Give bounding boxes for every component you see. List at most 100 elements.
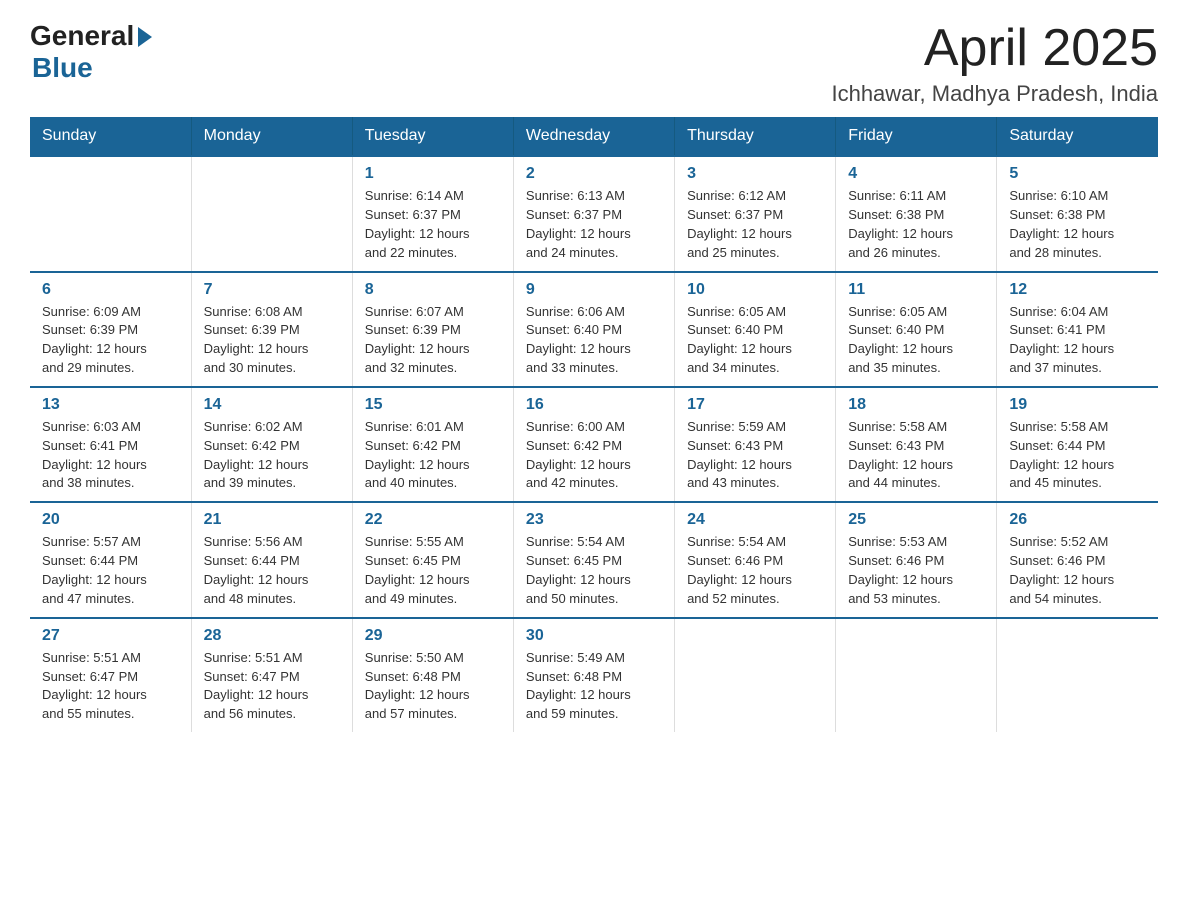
day-info: Sunrise: 6:05 AMSunset: 6:40 PMDaylight:…: [848, 303, 984, 378]
day-info: Sunrise: 5:56 AMSunset: 6:44 PMDaylight:…: [204, 533, 340, 608]
location-subtitle: Ichhawar, Madhya Pradesh, India: [831, 81, 1158, 107]
calendar-cell: 9 Sunrise: 6:06 AMSunset: 6:40 PMDaylight…: [513, 272, 674, 387]
calendar-cell: 27 Sunrise: 5:51 AMSunset: 6:47 PMDayligh…: [30, 618, 191, 732]
day-info: Sunrise: 5:55 AMSunset: 6:45 PMDaylight:…: [365, 533, 501, 608]
day-info: Sunrise: 5:52 AMSunset: 6:46 PMDaylight:…: [1009, 533, 1146, 608]
logo-blue-text: Blue: [32, 52, 93, 84]
day-info: Sunrise: 6:13 AMSunset: 6:37 PMDaylight:…: [526, 187, 662, 262]
calendar-cell: 4Sunrise: 6:11 AMSunset: 6:38 PMDaylight…: [836, 156, 997, 271]
day-number: 14: [204, 396, 340, 414]
day-number: 27: [42, 627, 179, 645]
calendar-header: SundayMondayTuesdayWednesdayThursdayFrid…: [30, 117, 1158, 156]
day-info: Sunrise: 6:00 AMSunset: 6:42 PMDaylight:…: [526, 418, 662, 493]
calendar-cell: 8Sunrise: 6:07 AMSunset: 6:39 PMDaylight…: [352, 272, 513, 387]
day-number: 16: [526, 396, 662, 414]
day-number: 23: [526, 511, 662, 529]
day-info: Sunrise: 6:05 AMSunset: 6:40 PMDaylight:…: [687, 303, 823, 378]
day-info: Sunrise: 5:49 AMSunset: 6:48 PMDaylight:…: [526, 649, 662, 724]
day-number: 9: [526, 281, 662, 299]
calendar-table: SundayMondayTuesdayWednesdayThursdayFrid…: [30, 117, 1158, 732]
calendar-cell: 7Sunrise: 6:08 AMSunset: 6:39 PMDaylight…: [191, 272, 352, 387]
day-info: Sunrise: 5:53 AMSunset: 6:46 PMDaylight:…: [848, 533, 984, 608]
day-info: Sunrise: 5:54 AMSunset: 6:45 PMDaylight:…: [526, 533, 662, 608]
weekday-header-monday: Monday: [191, 117, 352, 156]
day-info: Sunrise: 6:01 AMSunset: 6:42 PMDaylight:…: [365, 418, 501, 493]
calendar-cell: 12 Sunrise: 6:04 AMSunset: 6:41 PMDayligh…: [997, 272, 1158, 387]
day-number: 26: [1009, 511, 1146, 529]
calendar-cell: 14 Sunrise: 6:02 AMSunset: 6:42 PMDayligh…: [191, 387, 352, 502]
calendar-week-row: 20 Sunrise: 5:57 AMSunset: 6:44 PMDayligh…: [30, 502, 1158, 617]
calendar-cell: 29Sunrise: 5:50 AMSunset: 6:48 PMDayligh…: [352, 618, 513, 732]
weekday-header-tuesday: Tuesday: [352, 117, 513, 156]
day-number: 13: [42, 396, 179, 414]
day-info: Sunrise: 5:58 AMSunset: 6:44 PMDaylight:…: [1009, 418, 1146, 493]
calendar-cell: 22 Sunrise: 5:55 AMSunset: 6:45 PMDayligh…: [352, 502, 513, 617]
weekday-header-friday: Friday: [836, 117, 997, 156]
day-info: Sunrise: 5:58 AMSunset: 6:43 PMDaylight:…: [848, 418, 984, 493]
calendar-cell: [836, 618, 997, 732]
calendar-cell: [675, 618, 836, 732]
day-info: Sunrise: 6:14 AMSunset: 6:37 PMDaylight:…: [365, 187, 501, 262]
day-info: Sunrise: 6:02 AMSunset: 6:42 PMDaylight:…: [204, 418, 340, 493]
day-info: Sunrise: 6:07 AMSunset: 6:39 PMDaylight:…: [365, 303, 501, 378]
calendar-cell: [997, 618, 1158, 732]
day-number: 17: [687, 396, 823, 414]
weekday-header-sunday: Sunday: [30, 117, 191, 156]
day-number: 25: [848, 511, 984, 529]
logo-arrow-icon: [138, 27, 152, 47]
calendar-cell: 17 Sunrise: 5:59 AMSunset: 6:43 PMDayligh…: [675, 387, 836, 502]
day-number: 24: [687, 511, 823, 529]
day-number: 21: [204, 511, 340, 529]
calendar-cell: 18 Sunrise: 5:58 AMSunset: 6:43 PMDayligh…: [836, 387, 997, 502]
day-info: Sunrise: 6:04 AMSunset: 6:41 PMDaylight:…: [1009, 303, 1146, 378]
day-number: 22: [365, 511, 501, 529]
calendar-week-row: 27 Sunrise: 5:51 AMSunset: 6:47 PMDayligh…: [30, 618, 1158, 732]
day-number: 1: [365, 165, 501, 183]
calendar-cell: 21 Sunrise: 5:56 AMSunset: 6:44 PMDayligh…: [191, 502, 352, 617]
calendar-cell: 24 Sunrise: 5:54 AMSunset: 6:46 PMDayligh…: [675, 502, 836, 617]
calendar-cell: 2 Sunrise: 6:13 AMSunset: 6:37 PMDaylight…: [513, 156, 674, 271]
day-number: 4: [848, 165, 984, 183]
day-number: 12: [1009, 281, 1146, 299]
calendar-cell: 30Sunrise: 5:49 AMSunset: 6:48 PMDayligh…: [513, 618, 674, 732]
day-info: Sunrise: 5:51 AMSunset: 6:47 PMDaylight:…: [42, 649, 179, 724]
calendar-cell: 10 Sunrise: 6:05 AMSunset: 6:40 PMDayligh…: [675, 272, 836, 387]
day-info: Sunrise: 5:57 AMSunset: 6:44 PMDaylight:…: [42, 533, 179, 608]
day-number: 15: [365, 396, 501, 414]
calendar-cell: 16 Sunrise: 6:00 AMSunset: 6:42 PMDayligh…: [513, 387, 674, 502]
day-number: 29: [365, 627, 501, 645]
calendar-cell: 3Sunrise: 6:12 AMSunset: 6:37 PMDaylight…: [675, 156, 836, 271]
day-number: 18: [848, 396, 984, 414]
day-info: Sunrise: 6:06 AMSunset: 6:40 PMDaylight:…: [526, 303, 662, 378]
day-number: 11: [848, 281, 984, 299]
logo: General Blue: [30, 20, 152, 84]
day-info: Sunrise: 6:08 AMSunset: 6:39 PMDaylight:…: [204, 303, 340, 378]
day-info: Sunrise: 5:59 AMSunset: 6:43 PMDaylight:…: [687, 418, 823, 493]
weekday-header-thursday: Thursday: [675, 117, 836, 156]
day-number: 2: [526, 165, 662, 183]
weekday-header-wednesday: Wednesday: [513, 117, 674, 156]
day-info: Sunrise: 5:51 AMSunset: 6:47 PMDaylight:…: [204, 649, 340, 724]
calendar-cell: 15 Sunrise: 6:01 AMSunset: 6:42 PMDayligh…: [352, 387, 513, 502]
calendar-cell: 25 Sunrise: 5:53 AMSunset: 6:46 PMDayligh…: [836, 502, 997, 617]
calendar-week-row: 1 Sunrise: 6:14 AMSunset: 6:37 PMDaylight…: [30, 156, 1158, 271]
page-header: General Blue April 2025 Ichhawar, Madhya…: [30, 20, 1158, 107]
day-info: Sunrise: 6:03 AMSunset: 6:41 PMDaylight:…: [42, 418, 179, 493]
day-info: Sunrise: 6:09 AMSunset: 6:39 PMDaylight:…: [42, 303, 179, 378]
weekday-header-row: SundayMondayTuesdayWednesdayThursdayFrid…: [30, 117, 1158, 156]
calendar-cell: 20 Sunrise: 5:57 AMSunset: 6:44 PMDayligh…: [30, 502, 191, 617]
calendar-cell: [191, 156, 352, 271]
day-number: 10: [687, 281, 823, 299]
day-info: Sunrise: 5:54 AMSunset: 6:46 PMDaylight:…: [687, 533, 823, 608]
day-number: 6: [42, 281, 179, 299]
calendar-cell: 6 Sunrise: 6:09 AMSunset: 6:39 PMDaylight…: [30, 272, 191, 387]
calendar-cell: 5 Sunrise: 6:10 AMSunset: 6:38 PMDaylight…: [997, 156, 1158, 271]
day-info: Sunrise: 6:10 AMSunset: 6:38 PMDaylight:…: [1009, 187, 1146, 262]
day-number: 28: [204, 627, 340, 645]
title-block: April 2025 Ichhawar, Madhya Pradesh, Ind…: [831, 20, 1158, 107]
day-number: 20: [42, 511, 179, 529]
day-number: 5: [1009, 165, 1146, 183]
calendar-cell: 28 Sunrise: 5:51 AMSunset: 6:47 PMDayligh…: [191, 618, 352, 732]
calendar-cell: 1 Sunrise: 6:14 AMSunset: 6:37 PMDaylight…: [352, 156, 513, 271]
calendar-body: 1 Sunrise: 6:14 AMSunset: 6:37 PMDaylight…: [30, 156, 1158, 732]
